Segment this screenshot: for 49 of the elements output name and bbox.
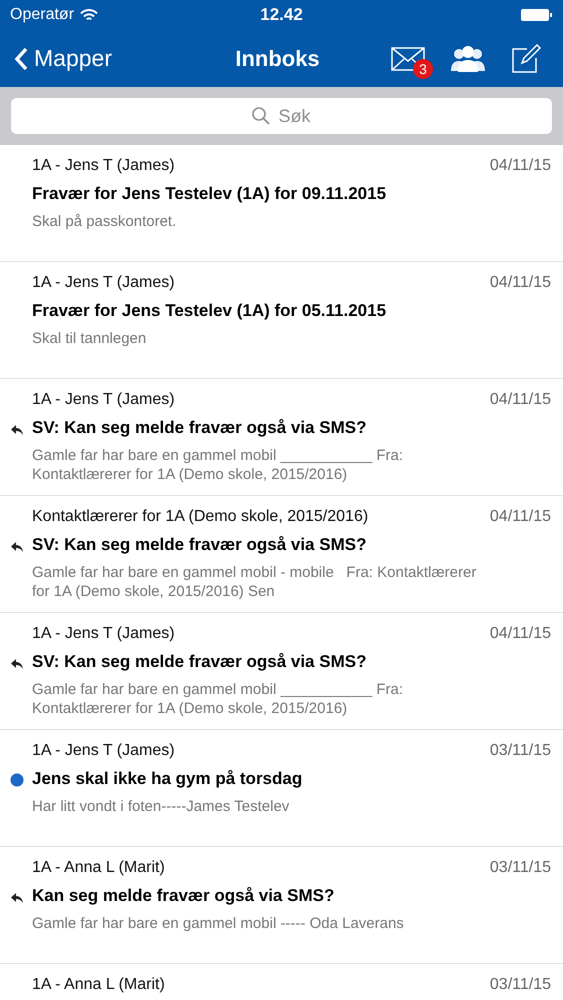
carrier-name: Operatør — [10, 6, 74, 24]
message-preview: Gamle far har bare en gammel mobil - mobile Fra: Kontaktlærerer for 1A (Demo skole, 2015/2016) Sen — [32, 563, 478, 601]
message-preview: Skal på passkontoret. — [32, 212, 178, 231]
message-row[interactable]: 1A - Anna L (Marit) 03/11/15 Kan seg melde fravær også via SMS? Gamle far har bare en gammel mobil ----- Oda Laverans — [0, 847, 563, 964]
message-date: 03/11/15 — [490, 742, 551, 760]
message-sender: 1A - Anna L (Marit) — [32, 859, 165, 877]
back-button[interactable]: Mapper — [14, 45, 236, 72]
message-sender: 1A - Jens T (James) — [32, 157, 175, 175]
message-date: 04/11/15 — [490, 508, 551, 526]
message-row[interactable]: Kontaktlærerer for 1A (Demo skole, 2015/2016) 04/11/15 SV: Kan seg melde fravær også via SMS? Gamle far har bare en gammel mobil - mobile Fra: Kontaktlærerer for 1A (Demo skole, 2015/2016) Sen — [0, 496, 563, 613]
chevron-icon — [14, 46, 28, 70]
message-sender: 1A - Jens T (James) — [32, 742, 175, 760]
search-icon — [252, 107, 270, 125]
people-icon[interactable] — [451, 44, 485, 72]
compose-icon[interactable] — [511, 44, 541, 74]
message-sender: Kontaktlærerer for 1A (Demo skole, 2015/2016) — [32, 508, 368, 526]
message-preview: Skal til tannlegen — [32, 329, 148, 348]
message-row[interactable]: 1A - Jens T (James) 03/11/15 Jens skal ikke ha gym på torsdag Har litt vondt i foten-----James Testelev — [0, 730, 563, 847]
wifi-icon — [80, 8, 98, 22]
message-row[interactable]: 1A - Anna L (Marit) 03/11/15 — [0, 964, 563, 1000]
message-date: 03/11/15 — [490, 859, 551, 877]
message-preview: Har litt vondt i foten-----James Testelev — [32, 797, 290, 816]
message-subject: Jens skal ikke ha gym på torsdag — [32, 769, 302, 788]
battery-icon — [521, 8, 554, 22]
message-sender: 1A - Jens T (James) — [32, 391, 175, 409]
message-subject: SV: Kan seg melde fravær også via SMS? — [32, 535, 366, 554]
message-date: 04/11/15 — [490, 391, 551, 409]
message-sender: 1A - Jens T (James) — [32, 625, 175, 643]
message-subject: SV: Kan seg melde fravær også via SMS? — [32, 418, 366, 437]
message-date: 04/11/15 — [490, 625, 551, 643]
message-sender: 1A - Anna L (Marit) — [32, 976, 165, 994]
message-date: 04/11/15 — [490, 274, 551, 292]
message-row[interactable]: 1A - Jens T (James) 04/11/15 Fravær for Jens Testelev (1A) for 09.11.2015 Skal på passkontoret. — [0, 145, 563, 262]
message-date: 03/11/15 — [490, 976, 551, 994]
unread-badge: 3 — [413, 58, 433, 78]
clock-time: 12.42 — [260, 5, 303, 25]
message-sender: 1A - Jens T (James) — [32, 274, 175, 292]
message-date: 04/11/15 — [490, 157, 551, 175]
message-subject: Kan seg melde fravær også via SMS? — [32, 886, 334, 905]
message-row[interactable]: 1A - Jens T (James) 04/11/15 SV: Kan seg melde fravær også via SMS? Gamle far har bare en gammel mobil ___________ Fra: Kontaktlærerer for 1A (Demo skole, 2015/2016) — [0, 613, 563, 730]
screen-title: Innboks — [235, 46, 320, 72]
message-subject: Fravær for Jens Testelev (1A) for 05.11.2015 — [32, 301, 386, 320]
message-subject: Fravær for Jens Testelev (1A) for 09.11.2015 — [32, 184, 386, 203]
message-row[interactable]: 1A - Jens T (James) 04/11/15 Fravær for Jens Testelev (1A) for 05.11.2015 Skal til tannlegen — [0, 262, 563, 379]
message-preview: Gamle far har bare en gammel mobil ___________ Fra: Kontaktlærerer for 1A (Demo skole, 2015/2016) — [32, 446, 404, 484]
message-preview: Gamle far har bare en gammel mobil ___________ Fra: Kontaktlærerer for 1A (Demo skole, 2015/2016) — [32, 680, 404, 718]
message-subject: SV: Kan seg melde fravær også via SMS? — [32, 652, 366, 671]
message-row[interactable]: 1A - Jens T (James) 04/11/15 SV: Kan seg melde fravær også via SMS? Gamle far har bare en gammel mobil ___________ Fra: Kontaktlærerer for 1A (Demo skole, 2015/2016) — [0, 379, 563, 496]
message-preview: Gamle far har bare en gammel mobil ----- Oda Laverans — [32, 914, 405, 933]
